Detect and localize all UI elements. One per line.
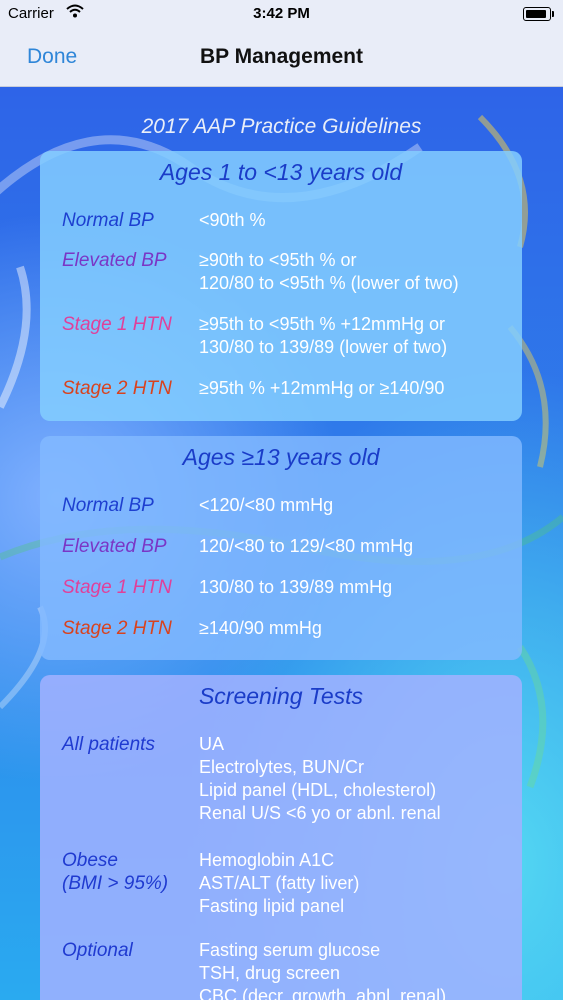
value-elevated-bp: ≥90th to <95th % or 120/80 to <95th % (l… [199,250,459,293]
value-stage2-htn: ≥140/90 mmHg [199,618,322,638]
value-all-patients: UA Electrolytes, BUN/Cr Lipid panel (HDL… [199,734,441,823]
status-time: 3:42 PM [253,5,310,22]
content-scroll-area[interactable]: 2017 AAP Practice Guidelines Ages 1 to <… [0,87,563,1000]
label-stage1-htn: Stage 1 HTN [62,314,172,335]
value-stage2-htn: ≥95th % +12mmHg or ≥140/90 [199,378,445,398]
value-obese: Hemoglobin A1C AST/ALT (fatty liver) Fas… [199,850,360,916]
label-stage1-htn: Stage 1 HTN [62,577,172,598]
card-title: Ages 1 to <13 years old [159,159,403,185]
value-normal-bp: <120/<80 mmHg [199,495,334,515]
value-stage1-htn: ≥95th to <95th % +12mmHg or 130/80 to 13… [199,314,448,357]
label-stage2-htn: Stage 2 HTN [62,618,172,639]
card-title: Ages ≥13 years old [182,444,380,470]
value-elevated-bp: 120/<80 to 129/<80 mmHg [199,536,414,556]
value-normal-bp: <90th % [199,210,266,230]
page-title: BP Management [200,45,363,68]
label-elevated-bp: Elevated BP [62,250,167,271]
label-obese: Obese (BMI > 95%) [62,850,169,894]
value-stage1-htn: 130/80 to 139/89 mmHg [199,577,393,597]
value-optional: Fasting serum glucose TSH, drug screen C… [199,940,447,1000]
label-normal-bp: Normal BP [62,495,154,516]
card-screening-tests: Screening Tests All patients UA Electrol… [40,675,522,1000]
navigation-bar: Done BP Management [0,30,563,87]
label-stage2-htn: Stage 2 HTN [62,378,172,399]
label-normal-bp: Normal BP [62,210,154,231]
guidelines-heading: 2017 AAP Practice Guidelines [141,115,422,138]
battery-icon [523,7,554,21]
label-elevated-bp: Elevated BP [62,536,167,557]
label-all-patients: All patients [62,734,155,755]
card-title: Screening Tests [198,683,364,709]
card-ages-under-13: Ages 1 to <13 years old Normal BP <90th … [40,151,522,421]
status-bar: Carrier 3:42 PM [0,0,563,30]
label-optional: Optional [62,940,133,961]
card-ages-13-plus: Ages ≥13 years old Normal BP <120/<80 mm… [40,436,522,660]
